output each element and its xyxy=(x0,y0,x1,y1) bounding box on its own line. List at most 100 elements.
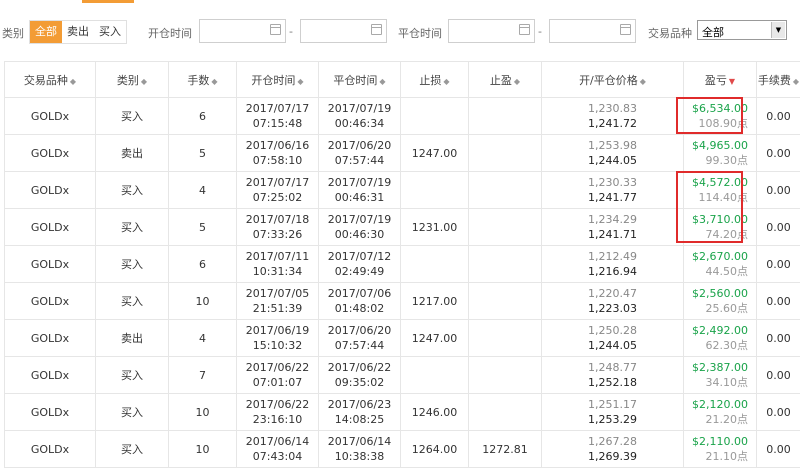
col-header-open-time[interactable]: 开仓时间 ◆ xyxy=(236,61,319,98)
sort-icon[interactable]: ◆ xyxy=(297,77,303,86)
type-option-buy[interactable]: 买入 xyxy=(94,21,126,43)
table-header-row: 交易品种 ◆ 类别 ◆ 手数 ◆ 开仓时间 ◆ 平仓时间 ◆ 止损 ◆ 止盈 ◆ 开/平仓价格… xyxy=(4,61,800,98)
sort-icon[interactable]: ◆ xyxy=(141,77,147,86)
col-header-pnl[interactable]: 盈亏 ▼ xyxy=(683,61,757,98)
table-row[interactable]: GOLDx 卖出 4 2017/06/19 15:10:32 2017/06/20 07:5… xyxy=(4,319,800,357)
open-price: 1,220.47 xyxy=(588,287,637,300)
close-price: 1,244.05 xyxy=(588,154,637,167)
calendar-icon[interactable] xyxy=(371,24,382,35)
product-select[interactable]: 全部 ▼ xyxy=(697,20,787,40)
price-cell: 1,267.28 1,269.39 xyxy=(541,430,684,468)
table-row[interactable]: GOLDx 买入 10 2017/06/14 07:43:04 2017/06/14 10:… xyxy=(4,430,800,468)
take-profit-cell xyxy=(468,208,542,246)
close-time-cell: 2017/06/20 07:57:44 xyxy=(318,134,401,172)
type-cell: 买入 xyxy=(95,171,169,209)
sort-icon[interactable]: ◆ xyxy=(443,77,449,86)
col-header-fee[interactable]: 手续费 ◆ xyxy=(756,61,800,98)
stop-loss-cell: 1247.00 xyxy=(400,134,469,172)
open-time: 07:01:07 xyxy=(252,376,303,389)
col-header-lots[interactable]: 手数 ◆ xyxy=(168,61,237,98)
open-date: 2017/07/18 xyxy=(245,213,310,226)
col-header-take-profit[interactable]: 止盈 ◆ xyxy=(468,61,542,98)
table-row[interactable]: GOLDx 卖出 5 2017/06/16 07:58:10 2017/06/20 07:5… xyxy=(4,134,800,172)
close-date: 2017/06/14 xyxy=(327,435,392,448)
fee-cell: 0.00 xyxy=(756,430,800,468)
stop-loss-cell xyxy=(400,245,469,283)
fee-cell: 0.00 xyxy=(756,282,800,320)
fee-cell: 0.00 xyxy=(756,245,800,283)
pnl-amount: $4,965.00 xyxy=(692,139,748,152)
calendar-icon[interactable] xyxy=(620,24,631,35)
close-time: 07:57:44 xyxy=(334,339,385,352)
open-time-cell: 2017/07/05 21:51:39 xyxy=(236,282,319,320)
sort-icon[interactable]: ◆ xyxy=(514,77,520,86)
type-filter-label: 类别 xyxy=(2,27,24,40)
open-price: 1,267.28 xyxy=(588,435,637,448)
pnl-amount: $2,560.00 xyxy=(692,287,748,300)
col-header-close-time[interactable]: 平仓时间 ◆ xyxy=(318,61,401,98)
sort-icon[interactable]: ◆ xyxy=(70,77,76,86)
sort-desc-icon[interactable]: ▼ xyxy=(729,77,735,86)
close-price: 1,252.18 xyxy=(588,376,637,389)
symbol-cell: GOLDx xyxy=(4,208,96,246)
table-row[interactable]: GOLDx 买入 5 2017/07/18 07:33:26 2017/07/19 00:4… xyxy=(4,208,800,246)
close-time: 00:46:31 xyxy=(334,191,385,204)
pnl-cell: $2,670.00 44.50点 xyxy=(683,245,757,283)
close-date: 2017/07/06 xyxy=(327,287,392,300)
close-price: 1,223.03 xyxy=(588,302,637,315)
close-time: 07:57:44 xyxy=(334,154,385,167)
open-time: 07:25:02 xyxy=(252,191,303,204)
close-time-start-input[interactable] xyxy=(448,19,535,43)
close-date: 2017/06/20 xyxy=(327,324,392,337)
stop-loss-cell: 1247.00 xyxy=(400,319,469,357)
calendar-icon[interactable] xyxy=(519,24,530,35)
table-row[interactable]: GOLDx 买入 7 2017/06/22 07:01:07 2017/06/22 09:3… xyxy=(4,356,800,394)
close-time: 01:48:02 xyxy=(334,302,385,315)
symbol-cell: GOLDx xyxy=(4,430,96,468)
pnl-points: 62.30点 xyxy=(705,339,749,352)
stop-loss-cell: 1264.00 xyxy=(400,430,469,468)
open-time-cell: 2017/06/19 15:10:32 xyxy=(236,319,319,357)
pnl-points: 21.10点 xyxy=(705,450,749,463)
table-row[interactable]: GOLDx 买入 6 2017/07/11 10:31:34 2017/07/12 02:4… xyxy=(4,245,800,283)
sort-icon[interactable]: ◆ xyxy=(793,77,799,86)
close-time-cell: 2017/06/20 07:57:44 xyxy=(318,319,401,357)
sort-icon[interactable]: ◆ xyxy=(379,77,385,86)
table-row[interactable]: GOLDx 买入 4 2017/07/17 07:25:02 2017/07/19 00:4… xyxy=(4,171,800,209)
sort-icon[interactable]: ◆ xyxy=(640,77,646,86)
calendar-icon[interactable] xyxy=(270,24,281,35)
type-option-all[interactable]: 全部 xyxy=(30,21,62,43)
lots-cell: 4 xyxy=(168,319,237,357)
open-time-end-input[interactable] xyxy=(300,19,387,43)
close-time: 00:46:30 xyxy=(334,228,385,241)
filter-bar: 类别 全部 卖出 买入 开仓时间 - 平仓时间 - 交易品种 全部 ▼ xyxy=(0,14,800,50)
lots-cell: 4 xyxy=(168,171,237,209)
type-cell: 买入 xyxy=(95,393,169,431)
open-time-start-input[interactable] xyxy=(199,19,286,43)
pnl-amount: $2,110.00 xyxy=(692,435,748,448)
fee-cell: 0.00 xyxy=(756,134,800,172)
table-row[interactable]: GOLDx 买入 10 2017/06/22 23:16:10 2017/06/23 14:… xyxy=(4,393,800,431)
close-time: 02:49:49 xyxy=(334,265,385,278)
open-price: 1,250.28 xyxy=(588,324,637,337)
symbol-cell: GOLDx xyxy=(4,245,96,283)
table-row[interactable]: GOLDx 买入 10 2017/07/05 21:51:39 2017/07/06 01:… xyxy=(4,282,800,320)
close-date: 2017/06/22 xyxy=(327,361,392,374)
pnl-points: 99.30点 xyxy=(705,154,749,167)
sort-icon[interactable]: ◆ xyxy=(211,77,217,86)
col-header-price[interactable]: 开/平仓价格 ◆ xyxy=(541,61,684,98)
symbol-cell: GOLDx xyxy=(4,97,96,135)
open-time-cell: 2017/07/17 07:25:02 xyxy=(236,171,319,209)
range-separator: - xyxy=(538,25,542,38)
col-header-symbol[interactable]: 交易品种 ◆ xyxy=(4,61,96,98)
type-option-sell[interactable]: 卖出 xyxy=(62,21,94,43)
close-time: 09:35:02 xyxy=(334,376,385,389)
active-tab-indicator xyxy=(82,0,134,3)
col-header-stop-loss[interactable]: 止损 ◆ xyxy=(400,61,469,98)
close-time-end-input[interactable] xyxy=(549,19,636,43)
lots-cell: 5 xyxy=(168,134,237,172)
table-row[interactable]: GOLDx 买入 6 2017/07/17 07:15:48 2017/07/19 00:4… xyxy=(4,97,800,135)
symbol-cell: GOLDx xyxy=(4,319,96,357)
col-header-type[interactable]: 类别 ◆ xyxy=(95,61,169,98)
dropdown-arrow-icon[interactable]: ▼ xyxy=(771,22,785,38)
